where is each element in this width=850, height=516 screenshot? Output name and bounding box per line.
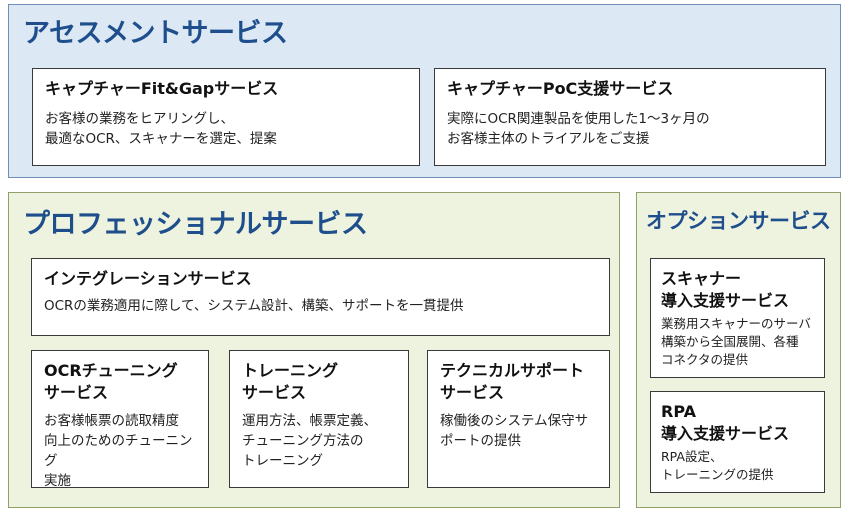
technical-support-card: テクニカルサポート サービス 稼働後のシステム保守サ ポートの提供: [427, 350, 610, 488]
rpa-card: RPA 導入支援サービス RPA設定、 トレーニングの提供: [650, 391, 825, 493]
card-title: OCRチューニング サービス: [44, 361, 178, 402]
assessment-title: アセスメントサービス: [23, 18, 288, 49]
integration-card: インテグレーションサービス OCRの業務適用に際して、システム設計、構築、サポー…: [31, 258, 610, 336]
card-body: お客様帳票の読取精度 向上のためのチューニング 実施: [44, 413, 193, 489]
option-title: オプションサービス: [646, 209, 831, 233]
card-title: スキャナー 導入支援サービス: [661, 269, 790, 310]
fit-gap-card: キャプチャーFit&Gapサービス お客様の業務をヒアリングし、 最適なOCR、…: [32, 68, 420, 166]
training-card: トレーニング サービス 運用方法、帳票定義、 チューニング方法の トレーニング: [229, 350, 409, 488]
professional-title: プロフェッショナルサービス: [23, 209, 368, 240]
card-title: テクニカルサポート サービス: [440, 361, 585, 402]
card-body: お客様の業務をヒアリングし、 最適なOCR、スキャナーを選定、提案: [45, 111, 277, 147]
card-title: RPA 導入支援サービス: [661, 402, 790, 443]
card-body: RPA設定、 トレーニングの提供: [661, 449, 774, 482]
card-body: OCRの業務適用に際して、システム設計、構築、サポートを一貫提供: [44, 298, 464, 314]
ocr-tuning-card: OCRチューニング サービス お客様帳票の読取精度 向上のためのチューニング 実…: [31, 350, 209, 489]
professional-panel: プロフェッショナルサービス インテグレーションサービス OCRの業務適用に際して…: [8, 192, 620, 508]
poc-card: キャプチャーPoC支援サービス 実際にOCR関連製品を使用した1～3ヶ月の お客…: [434, 68, 826, 166]
card-title: インテグレーションサービス: [44, 269, 252, 288]
card-body: 運用方法、帳票定義、 チューニング方法の トレーニング: [242, 413, 377, 469]
card-title: キャプチャーFit&Gapサービス: [45, 79, 279, 98]
assessment-panel: アセスメントサービス キャプチャーFit&Gapサービス お客様の業務をヒアリン…: [8, 4, 841, 178]
card-title: キャプチャーPoC支援サービス: [447, 79, 674, 98]
scanner-card: スキャナー 導入支援サービス 業務用スキャナーのサーバ 構築から全国展開、各種 …: [650, 258, 825, 378]
option-panel: オプションサービス スキャナー 導入支援サービス 業務用スキャナーのサーバ 構築…: [636, 192, 841, 508]
card-title: トレーニング サービス: [242, 361, 339, 402]
card-body: 稼働後のシステム保守サ ポートの提供: [440, 413, 589, 449]
card-body: 業務用スキャナーのサーバ 構築から全国展開、各種 コネクタの提供: [661, 316, 811, 367]
card-body: 実際にOCR関連製品を使用した1～3ヶ月の お客様主体のトライアルをご支援: [447, 111, 710, 147]
